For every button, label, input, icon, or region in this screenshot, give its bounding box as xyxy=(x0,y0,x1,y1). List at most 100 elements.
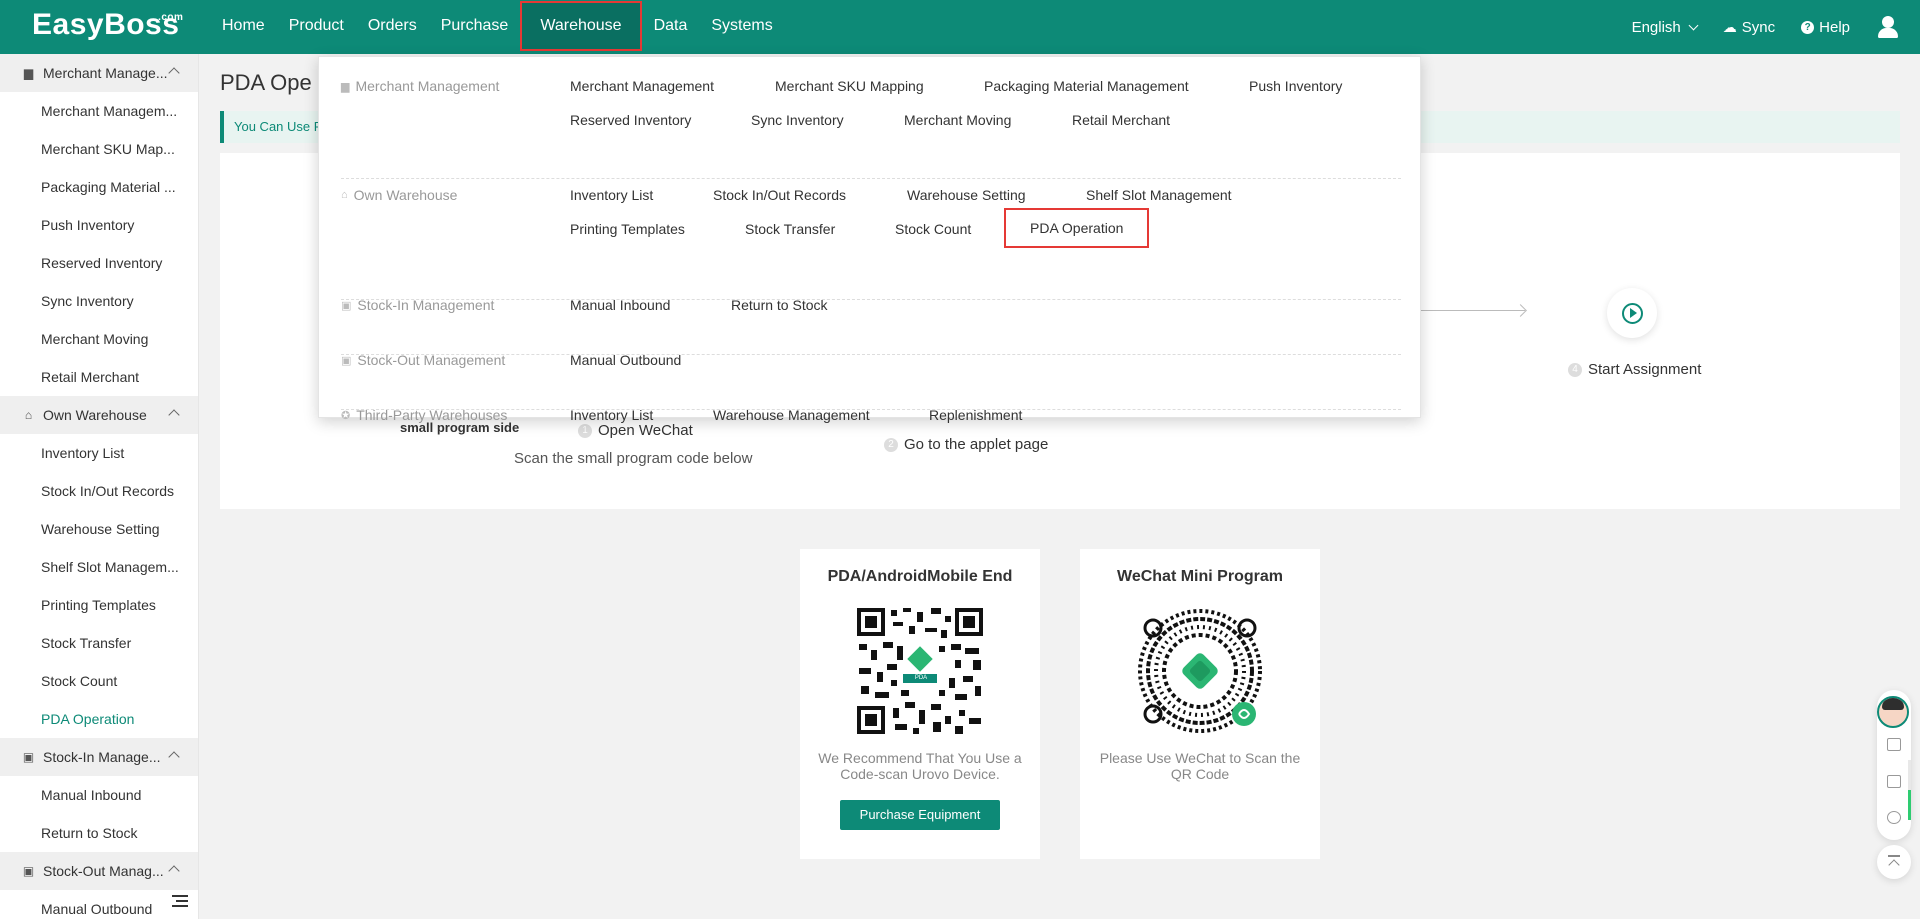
dd-link-merchant-moving[interactable]: Merchant Moving xyxy=(904,112,1072,128)
top-right-tools: English ☁ Sync ? Help xyxy=(1632,0,1900,54)
sidebar-group-own-warehouse[interactable]: ⌂ Own Warehouse xyxy=(0,396,198,434)
language-label: English xyxy=(1631,18,1681,36)
dd-link-stock-transfer[interactable]: Stock Transfer xyxy=(745,221,895,246)
step-text: Go to the applet page xyxy=(904,436,1049,453)
dd-link-inventory-list[interactable]: Inventory List xyxy=(570,187,713,203)
sidebar-item-stock-transfer[interactable]: Stock Transfer xyxy=(0,624,198,662)
dd-link-reserved-inventory[interactable]: Reserved Inventory xyxy=(570,112,751,128)
dd-link-warehouse-management[interactable]: Warehouse Management xyxy=(713,407,929,423)
warehouse-icon: ⌂ xyxy=(341,189,348,201)
sidebar-item-pda-operation[interactable]: PDA Operation xyxy=(0,700,198,738)
sidebar-item-return-to-stock[interactable]: Return to Stock xyxy=(0,814,198,852)
sync-label: Sync xyxy=(1741,18,1776,36)
dd-link-stock-records[interactable]: Stock In/Out Records xyxy=(713,187,907,203)
help-label: Help xyxy=(1819,18,1850,36)
dd-section-title-text: Merchant Management xyxy=(355,78,500,94)
dd-row: Reserved Inventory Sync Inventory Mercha… xyxy=(570,112,1170,128)
sidebar-item-manual-outbound[interactable]: Manual Outbound xyxy=(0,890,198,919)
tip-text: You Can Use P xyxy=(234,119,323,134)
user-icon[interactable] xyxy=(1876,15,1900,39)
step-text: Start Assignment xyxy=(1588,361,1702,378)
language-selector[interactable]: English xyxy=(1631,18,1699,36)
dd-section-title: ▣ Stock-Out Management xyxy=(341,352,505,368)
sidebar-item-merchant-sku-mapping[interactable]: Merchant SKU Map... xyxy=(0,130,198,168)
dd-section-stock-out: ▣ Stock-Out Management Manual Outbound xyxy=(341,352,1401,410)
notebook-icon[interactable] xyxy=(1887,738,1901,751)
sidebar-item-stock-records[interactable]: Stock In/Out Records xyxy=(0,472,198,510)
sidebar-item-reserved-inventory[interactable]: Reserved Inventory xyxy=(0,244,198,282)
sidebar-item-manual-inbound[interactable]: Manual Inbound xyxy=(0,776,198,814)
sidebar-item-packaging-material[interactable]: Packaging Material ... xyxy=(0,168,198,206)
dd-section-title: ▆ Merchant Management xyxy=(341,78,499,94)
sidebar-item-merchant-management[interactable]: Merchant Managem... xyxy=(0,92,198,130)
sidebar-item-sync-inventory[interactable]: Sync Inventory xyxy=(0,282,198,320)
dd-link-manual-inbound[interactable]: Manual Inbound xyxy=(570,297,731,313)
dd-section-title: ▣ Stock-In Management xyxy=(341,297,494,313)
sidebar-item-push-inventory[interactable]: Push Inventory xyxy=(0,206,198,244)
dd-link-push-inventory[interactable]: Push Inventory xyxy=(1249,78,1342,94)
dd-section-title: ✪ Third-Party Warehouses xyxy=(341,407,507,423)
dd-row: Printing Templates Stock Transfer Stock … xyxy=(570,208,1150,248)
inbox-icon: ▣ xyxy=(341,299,352,312)
dd-link-replenishment[interactable]: Replenishment xyxy=(929,407,1022,423)
scrollbar-thumb[interactable] xyxy=(1908,790,1911,820)
dd-link-return-to-stock[interactable]: Return to Stock xyxy=(731,297,828,313)
page-title: PDA Ope xyxy=(220,70,312,95)
nav-orders[interactable]: Orders xyxy=(356,0,429,54)
dd-section-stock-in: ▣ Stock-In Management Manual Inbound Ret… xyxy=(341,297,1401,355)
sidebar-item-shelf-slot[interactable]: Shelf Slot Managem... xyxy=(0,548,198,586)
dd-link-warehouse-setting[interactable]: Warehouse Setting xyxy=(907,187,1086,203)
sidebar-item-stock-count[interactable]: Stock Count xyxy=(0,662,198,700)
pda-badge: PDA xyxy=(914,675,928,681)
dd-link-printing-templates[interactable]: Printing Templates xyxy=(570,221,745,246)
sync-button[interactable]: ☁ Sync xyxy=(1723,19,1775,36)
sidebar-item-printing-templates[interactable]: Printing Templates xyxy=(0,586,198,624)
dd-link-retail-merchant[interactable]: Retail Merchant xyxy=(1072,112,1170,128)
dd-row: Inventory List Warehouse Management Repl… xyxy=(570,407,1022,423)
sidebar-group-stock-in[interactable]: ▣ Stock-In Manage... xyxy=(0,738,198,776)
back-to-top-icon[interactable] xyxy=(1877,845,1911,879)
wechat-qr-title: WeChat Mini Program xyxy=(1117,568,1283,585)
support-avatar-icon[interactable] xyxy=(1877,696,1909,728)
cog-icon: ✪ xyxy=(341,409,351,422)
chevron-up-icon xyxy=(168,409,180,421)
nav-purchase[interactable]: Purchase xyxy=(429,0,521,54)
dd-section-merchant-management: ▆ Merchant Management Merchant Managemen… xyxy=(341,78,1401,179)
refresh-icon[interactable] xyxy=(1887,811,1901,824)
message-icon[interactable] xyxy=(1887,775,1901,788)
nav-home[interactable]: Home xyxy=(210,0,277,54)
sidebar-group-merchant[interactable]: ▆ Merchant Manage... xyxy=(0,54,198,92)
sidebar-item-inventory-list[interactable]: Inventory List xyxy=(0,434,198,472)
nav-product[interactable]: Product xyxy=(277,0,356,54)
sidebar-item-merchant-moving[interactable]: Merchant Moving xyxy=(0,320,198,358)
dd-link-third-party-inventory-list[interactable]: Inventory List xyxy=(570,407,713,423)
help-button[interactable]: ? Help xyxy=(1801,19,1850,36)
collapse-menu-icon[interactable] xyxy=(172,895,188,907)
dd-link-merchant-sku-mapping[interactable]: Merchant SKU Mapping xyxy=(775,78,984,94)
dd-section-title-text: Own Warehouse xyxy=(353,187,458,203)
sidebar-group-label: Stock-Out Manag... xyxy=(43,863,164,879)
nav-warehouse[interactable]: Warehouse xyxy=(520,1,642,51)
sidebar-item-retail-merchant[interactable]: Retail Merchant xyxy=(0,358,198,396)
sidebar-group-stock-out[interactable]: ▣ Stock-Out Manag... xyxy=(0,852,198,890)
purchase-equipment-button[interactable]: Purchase Equipment xyxy=(840,800,1000,830)
step-scan-instruction: Scan the small program code below xyxy=(514,450,753,467)
chevron-down-icon xyxy=(1688,20,1699,30)
dd-link-manual-outbound[interactable]: Manual Outbound xyxy=(570,352,681,368)
sidebar-item-warehouse-setting[interactable]: Warehouse Setting xyxy=(0,510,198,548)
dd-link-merchant-management[interactable]: Merchant Management xyxy=(570,78,775,94)
step-number: 2 xyxy=(884,437,898,452)
step-number: 4 xyxy=(1568,362,1582,377)
dd-link-sync-inventory[interactable]: Sync Inventory xyxy=(751,112,904,128)
dd-link-pda-operation[interactable]: PDA Operation xyxy=(1003,208,1150,248)
warehouse-icon: ⌂ xyxy=(24,407,33,422)
wechat-qr-card: WeChat Mini Program Please Use WeChat to… xyxy=(1080,549,1320,859)
nav-systems[interactable]: Systems xyxy=(699,0,784,54)
dd-row: Manual Outbound xyxy=(570,352,681,368)
dd-row: Merchant Management Merchant SKU Mapping… xyxy=(570,78,1342,94)
nav-data[interactable]: Data xyxy=(642,0,700,54)
main-nav: Home Product Orders Purchase Warehouse D… xyxy=(210,0,785,54)
dd-link-shelf-slot-management[interactable]: Shelf Slot Management xyxy=(1086,187,1232,203)
dd-link-packaging-material[interactable]: Packaging Material Management xyxy=(984,78,1249,94)
easyboss-logo[interactable]: EasyBoss .com xyxy=(32,8,183,42)
